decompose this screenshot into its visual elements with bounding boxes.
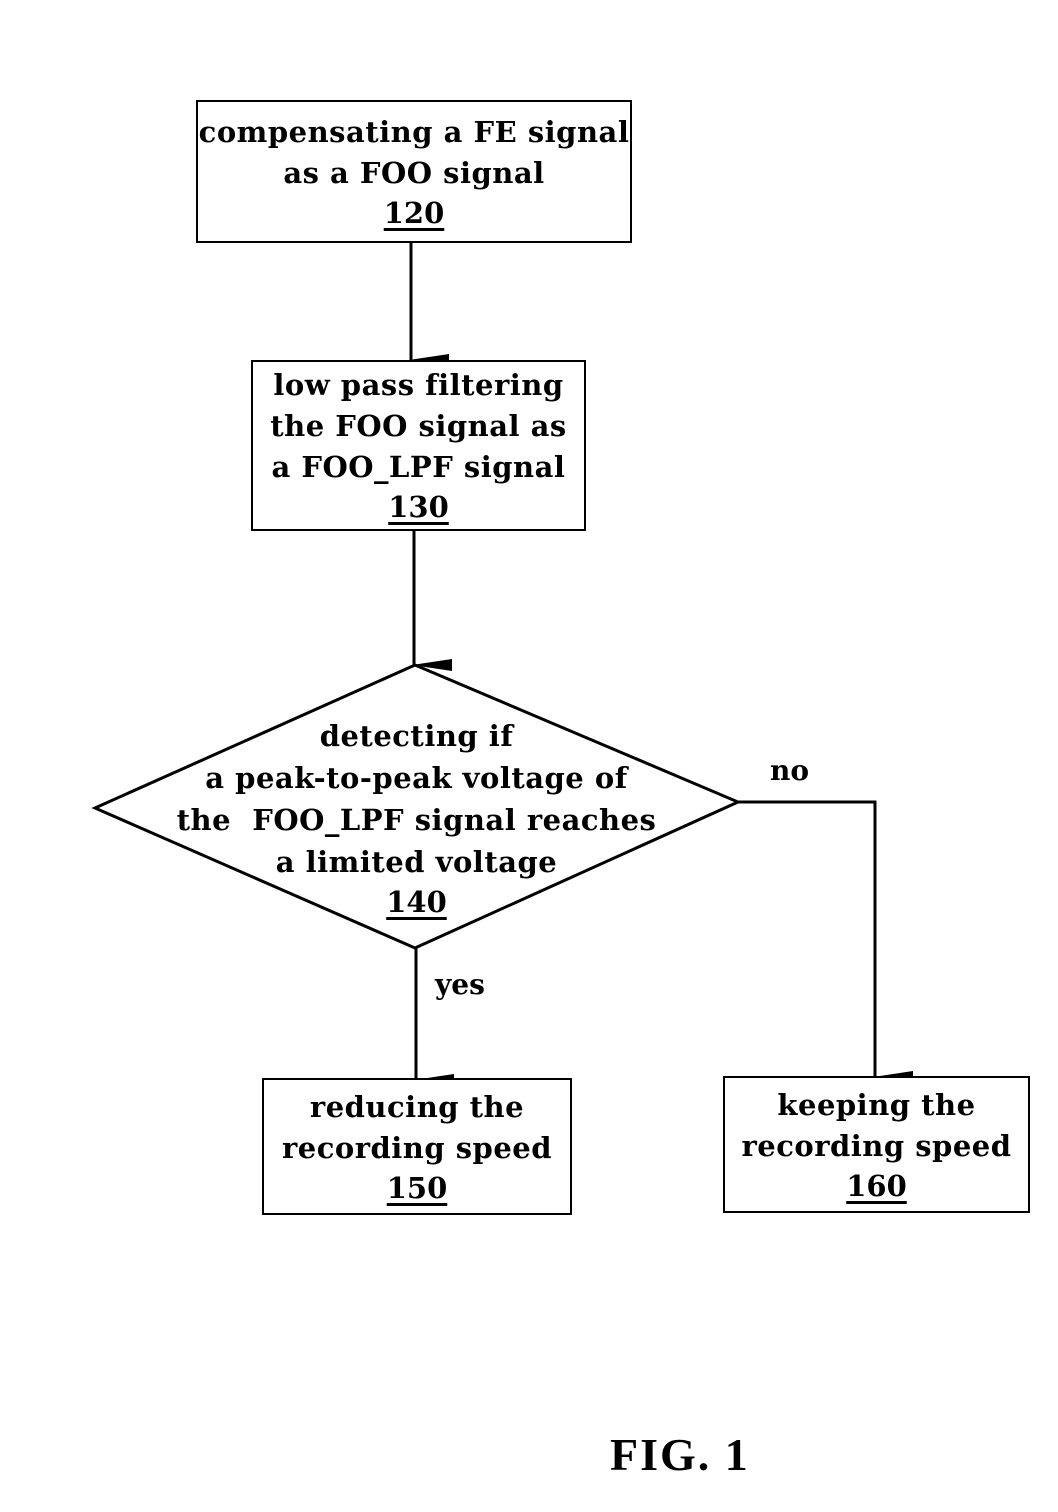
step-120-number: 120 — [383, 195, 445, 230]
decision-140-text: detecting if a peak-to-peak voltage of t… — [95, 715, 738, 921]
step-box-130: low pass filtering the FOO signal as a F… — [251, 360, 586, 531]
step-130-line-2: the FOO signal as — [270, 409, 567, 443]
decision-140-line-3: the FOO_LPF signal reaches — [176, 803, 657, 837]
decision-140-line-1: detecting if — [319, 719, 514, 753]
branch-label-no: no — [770, 754, 810, 787]
step-160-number: 160 — [846, 1168, 907, 1203]
arrow-no-to-160 — [738, 800, 913, 1083]
step-120-line-2: as a FOO signal — [283, 155, 545, 190]
step-box-120: compensating a FE signal as a FOO signal… — [196, 100, 632, 243]
step-130-number: 130 — [388, 490, 449, 524]
step-130-line-1: low pass filtering — [273, 368, 564, 402]
step-box-150: reducing the recording speed 150 — [262, 1078, 572, 1215]
decision-140-line-2: a peak-to-peak voltage of — [205, 761, 628, 795]
step-130-line-3: a FOO_LPF signal — [271, 450, 566, 484]
step-120-line-1: compensating a FE signal — [198, 114, 630, 149]
branch-label-yes: yes — [435, 968, 485, 1001]
decision-140-line-4: a limited voltage — [275, 845, 558, 879]
flowchart-figure: compensating a FE signal as a FOO signal… — [0, 0, 1058, 1512]
step-150-number: 150 — [386, 1170, 448, 1205]
step-160-line-2: recording speed — [741, 1128, 1012, 1163]
figure-caption: FIG. 1 — [610, 1429, 750, 1480]
step-150-line-2: recording speed — [281, 1130, 553, 1165]
decision-140-number: 140 — [386, 885, 447, 919]
step-150-line-1: reducing the — [309, 1089, 525, 1124]
step-box-160: keeping the recording speed 160 — [723, 1076, 1030, 1213]
step-160-line-1: keeping the — [777, 1087, 976, 1122]
